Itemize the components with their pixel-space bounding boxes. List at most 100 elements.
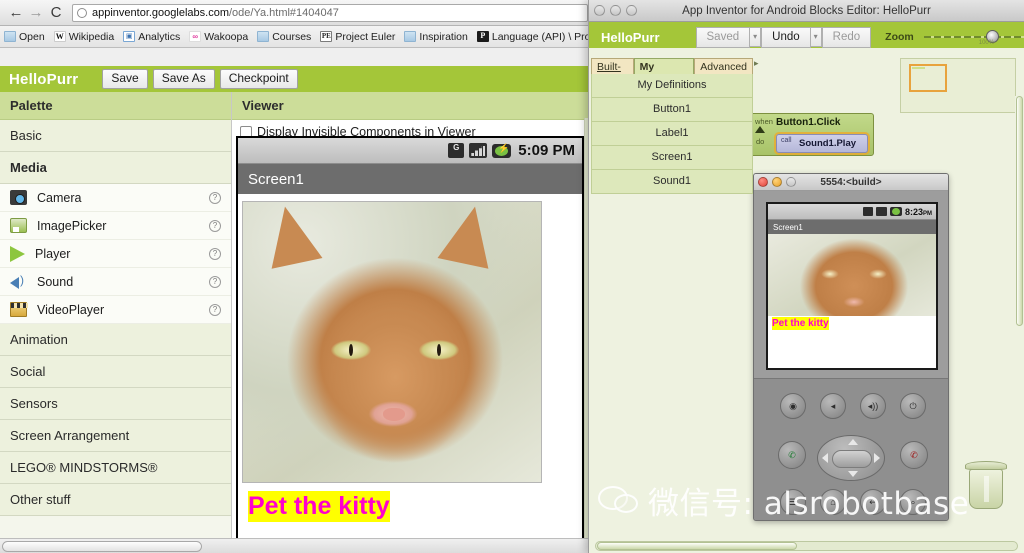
palette-category-social[interactable]: Social — [0, 356, 231, 388]
blocks-horizontal-scrollbar[interactable] — [589, 539, 1024, 553]
bookmark-analytics[interactable]: ▣ Analytics — [123, 31, 180, 43]
browser-toolbar: ← → C appinventor.googlelabs.com /ode/Ya… — [0, 0, 594, 26]
palette-category-screen-arrangement[interactable]: Screen Arrangement — [0, 420, 231, 452]
menu-key[interactable]: ☰ — [780, 489, 806, 515]
palette-category-other-stuff[interactable]: Other stuff — [0, 484, 231, 516]
zoom-slider[interactable]: 100% — [923, 29, 1024, 46]
save-button[interactable]: Save — [102, 69, 148, 89]
dpad-down-icon[interactable] — [848, 471, 858, 477]
redo-button[interactable]: Redo — [821, 26, 872, 48]
palette-panel: Palette Basic Media Camera ? ImagePicker… — [0, 92, 232, 553]
undo-menu-icon[interactable]: ▾ — [810, 27, 822, 47]
cat-pupil-left — [349, 344, 353, 356]
drawer-item-screen1[interactable]: Screen1 — [591, 146, 753, 170]
palette-item-sound[interactable]: Sound ? — [0, 268, 231, 296]
volume-down-key[interactable]: ◂ — [820, 393, 846, 419]
android-emulator-window[interactable]: 5554:<build> 8:23PM Screen1 Pet the kitt… — [753, 173, 949, 521]
drawer-item-sound1[interactable]: Sound1 — [591, 170, 753, 194]
signal-icon — [469, 143, 488, 158]
scrollbar-thumb[interactable] — [1016, 96, 1023, 326]
palette-item-imagepicker[interactable]: ImagePicker ? — [0, 212, 231, 240]
bookmark-language-api[interactable]: P Language (API) \ Pro — [476, 30, 591, 43]
bookmark-inspiration[interactable]: Inspiration — [404, 31, 468, 43]
bookmark-courses[interactable]: Courses — [257, 31, 311, 43]
forward-icon[interactable]: → — [26, 3, 46, 23]
help-icon[interactable]: ? — [209, 303, 221, 316]
page-title: HelloPurr — [9, 70, 79, 88]
phone-label-pet-the-kitty[interactable]: Pet the kitty — [244, 491, 578, 522]
end-call-key[interactable]: ✆ — [900, 441, 928, 469]
gprs-icon — [862, 207, 873, 216]
cat-ear-right — [437, 202, 501, 269]
blocks-vertical-scrollbar[interactable] — [1015, 96, 1024, 539]
help-icon[interactable]: ? — [209, 275, 221, 288]
volume-up-key[interactable]: ◂)) — [860, 393, 886, 419]
minimap-block-marker — [912, 67, 925, 69]
bookmark-wakoopa[interactable]: ∞ Wakoopa — [189, 31, 248, 43]
reload-icon[interactable]: C — [46, 3, 66, 23]
label-text: Pet the kitty — [248, 491, 390, 522]
help-icon[interactable]: ? — [209, 247, 221, 260]
call-key[interactable]: ✆ — [778, 441, 806, 469]
zoom-slider-track[interactable] — [923, 36, 1024, 38]
component-label: Sound — [37, 274, 74, 289]
folder-icon — [4, 31, 16, 42]
help-icon[interactable]: ? — [209, 191, 221, 204]
palette-item-videoplayer[interactable]: VideoPlayer ? — [0, 296, 231, 324]
back-key[interactable]: ↩ — [860, 489, 886, 515]
wakoopa-icon: ∞ — [189, 31, 202, 42]
dpad-control[interactable] — [817, 435, 885, 481]
canvas-minimap[interactable] — [900, 58, 1016, 113]
designer-toolbar: Save Save As Checkpoint — [102, 69, 298, 89]
dpad-up-icon[interactable] — [848, 439, 858, 445]
power-key[interactable]: ⏻ — [900, 393, 926, 419]
address-bar[interactable]: appinventor.googlelabs.com /ode/Ya.html#… — [72, 3, 588, 22]
bookmark-project-euler[interactable]: PE Project Euler — [320, 31, 395, 43]
block-when-button1-click[interactable]: when Button1.Click do call Sound1.Play — [749, 113, 874, 156]
phone-preview: G 5:09 PM Screen1 — [236, 136, 584, 553]
emulator-screen[interactable]: 8:23PM Screen1 Pet the kitty — [766, 202, 938, 370]
save-as-button[interactable]: Save As — [152, 69, 215, 89]
dpad-center[interactable] — [832, 450, 872, 468]
bookmark-label: Courses — [272, 30, 312, 43]
drawer-item-button1[interactable]: Button1 — [591, 98, 753, 122]
bookmark-open[interactable]: Open — [4, 31, 45, 43]
blocks-drawer: My Definitions Button1 Label1 Screen1 So… — [591, 74, 753, 194]
bookmark-label: Language (API) \ Pro — [491, 30, 591, 43]
trash-can-icon[interactable] — [964, 461, 1008, 511]
block-call-sound1-play[interactable]: call Sound1.Play — [776, 134, 868, 153]
dpad-left-icon[interactable] — [822, 453, 828, 463]
bookmark-label: Wikipedia — [68, 30, 115, 43]
camera-key[interactable]: ◉ — [780, 393, 806, 419]
scrollbar-thumb[interactable] — [2, 541, 202, 552]
emulator-kitty-image[interactable] — [768, 234, 936, 316]
checkpoint-button[interactable]: Checkpoint — [219, 69, 298, 89]
search-key[interactable]: ⌕ — [900, 489, 926, 515]
undo-button[interactable]: Undo — [761, 26, 811, 48]
palette-category-animation[interactable]: Animation — [0, 324, 231, 356]
browser-window: ← → C appinventor.googlelabs.com /ode/Ya… — [0, 0, 594, 553]
palette-item-player[interactable]: Player ? — [0, 240, 231, 268]
help-icon[interactable]: ? — [209, 219, 221, 232]
saved-button[interactable]: Saved — [695, 26, 751, 48]
drawer-item-label1[interactable]: Label1 — [591, 122, 753, 146]
bookmark-wikipedia[interactable]: W Wikipedia — [53, 30, 115, 43]
component-label: VideoPlayer — [37, 302, 105, 317]
back-icon[interactable]: ← — [6, 3, 26, 23]
palette-item-camera[interactable]: Camera ? — [0, 184, 231, 212]
kitty-image[interactable] — [242, 201, 542, 483]
palette-category-lego-mindstorms[interactable]: LEGO® MINDSTORMS® — [0, 452, 231, 484]
designer-horizontal-scrollbar[interactable] — [0, 538, 594, 553]
palette-category-media[interactable]: Media — [0, 152, 231, 184]
emulator-keypad: ◉ ◂ ◂)) ⏻ ✆ ✆ ☰ ⌂ ↩ ⌕ — [754, 378, 948, 520]
dpad-right-icon[interactable] — [874, 453, 880, 463]
palette-category-basic[interactable]: Basic — [0, 120, 231, 152]
saved-menu-icon[interactable]: ▾ — [750, 27, 762, 47]
home-key[interactable]: ⌂ — [820, 489, 846, 515]
emulator-label-pet-the-kitty[interactable]: Pet the kitty — [770, 317, 936, 330]
gprs-icon: G — [448, 143, 465, 158]
palette-category-sensors[interactable]: Sensors — [0, 388, 231, 420]
chevron-right-icon[interactable]: ▸ — [754, 58, 759, 69]
drawer-item-my-definitions[interactable]: My Definitions — [591, 74, 753, 98]
scrollbar-thumb[interactable] — [597, 542, 797, 550]
